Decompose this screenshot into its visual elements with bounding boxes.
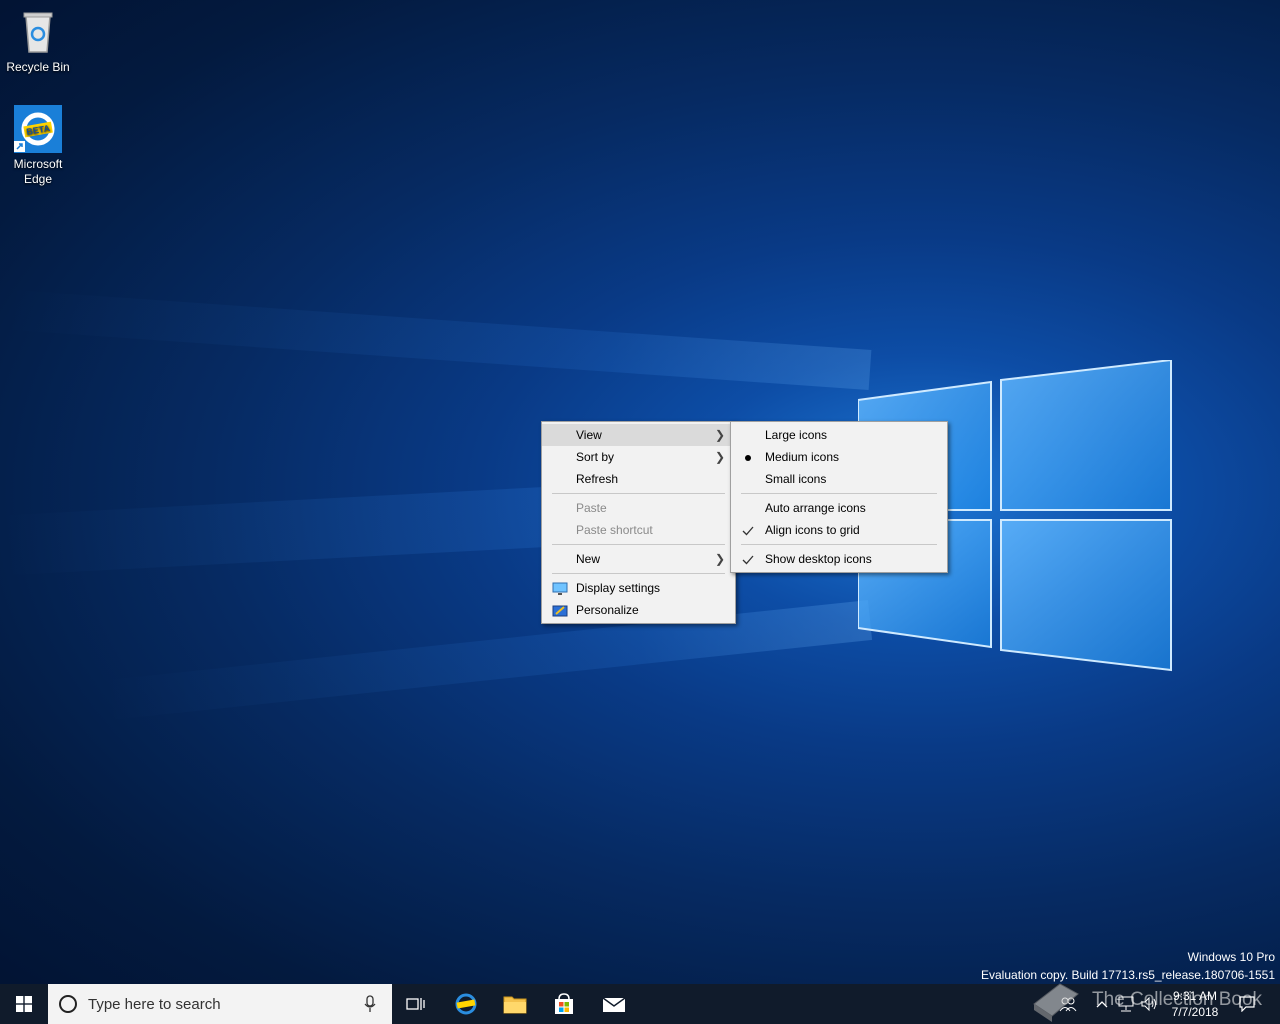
menu-item-paste: Paste <box>542 497 735 519</box>
menu-item-medium-icons[interactable]: Medium icons <box>731 446 947 468</box>
menu-item-new[interactable]: New ❯ <box>542 548 735 570</box>
windows-start-icon <box>16 996 32 1012</box>
menu-item-small-icons[interactable]: Small icons <box>731 468 947 490</box>
collection-book-text: The Collection Book <box>1092 989 1263 1010</box>
desktop-icon-label: Recycle Bin <box>6 60 70 74</box>
personalize-icon <box>552 599 568 621</box>
menu-item-label: New <box>576 552 601 566</box>
menu-item-label: Medium icons <box>765 450 840 464</box>
store-icon <box>555 993 573 1014</box>
file-explorer-icon <box>503 996 527 1014</box>
file-explorer-button[interactable] <box>491 984 539 1024</box>
task-view-icon <box>406 998 425 1010</box>
menu-item-label: Large icons <box>765 428 828 442</box>
edge-beta-icon <box>455 993 477 1015</box>
checkmark-icon <box>741 548 755 570</box>
collection-book-overlay: The Collection Book <box>1030 976 1262 1024</box>
menu-item-label: Paste <box>576 501 607 515</box>
mail-button[interactable] <box>590 984 638 1024</box>
chevron-right-icon: ❯ <box>714 552 725 566</box>
edge-beta-taskbar-button[interactable] <box>442 984 490 1024</box>
menu-separator <box>552 493 725 494</box>
desktop-context-menu: View ❯ Sort by ❯ Refresh Paste Paste sho… <box>541 421 736 624</box>
menu-item-label: Display settings <box>576 581 661 595</box>
menu-item-display-settings[interactable]: Display settings <box>542 577 735 599</box>
menu-item-large-icons[interactable]: Large icons <box>731 424 947 446</box>
store-button[interactable] <box>540 984 588 1024</box>
edge-beta-icon: BETA <box>14 105 62 153</box>
menu-item-label: View <box>576 428 602 442</box>
menu-item-label: Align icons to grid <box>765 523 860 537</box>
start-button[interactable] <box>0 984 48 1024</box>
cortana-circle-icon <box>59 995 77 1013</box>
menu-item-label: Personalize <box>576 603 639 617</box>
watermark-edition: Windows 10 Pro <box>1187 950 1275 964</box>
desktop-icon-label: Microsoft <box>13 157 63 171</box>
desktop-icon-label: Edge <box>23 172 53 186</box>
desktop-icon-microsoft-edge[interactable]: BETA Microsoft Edge <box>0 105 76 187</box>
menu-item-label: Show desktop icons <box>765 552 872 566</box>
view-submenu: Large icons Medium icons Small icons Aut… <box>730 421 948 573</box>
search-placeholder: Type here to search <box>88 996 221 1013</box>
menu-item-paste-shortcut: Paste shortcut <box>542 519 735 541</box>
menu-separator <box>741 493 937 494</box>
mail-icon <box>602 997 626 1012</box>
chevron-right-icon: ❯ <box>714 428 725 442</box>
menu-item-personalize[interactable]: Personalize <box>542 599 735 621</box>
microphone-icon[interactable] <box>364 995 376 1013</box>
chevron-right-icon: ❯ <box>714 450 725 464</box>
menu-item-label: Paste shortcut <box>576 523 653 537</box>
menu-item-auto-arrange-icons[interactable]: Auto arrange icons <box>731 497 947 519</box>
menu-item-sort-by[interactable]: Sort by ❯ <box>542 446 735 468</box>
menu-item-label: Small icons <box>765 472 827 486</box>
bullet-icon <box>741 446 755 468</box>
menu-item-label: Refresh <box>576 472 619 486</box>
menu-item-view[interactable]: View ❯ <box>542 424 735 446</box>
taskbar-search-box[interactable]: Type here to search <box>48 984 392 1024</box>
desktop-icon-recycle-bin[interactable]: Recycle Bin <box>0 8 76 75</box>
menu-separator <box>741 544 937 545</box>
menu-separator <box>552 544 725 545</box>
menu-item-label: Auto arrange icons <box>765 501 866 515</box>
display-settings-icon <box>552 577 568 599</box>
menu-item-align-icons-to-grid[interactable]: Align icons to grid <box>731 519 947 541</box>
menu-separator <box>552 573 725 574</box>
book-logo-icon <box>1033 983 1079 1022</box>
menu-item-show-desktop-icons[interactable]: Show desktop icons <box>731 548 947 570</box>
menu-item-label: Sort by <box>576 450 615 464</box>
task-view-button[interactable] <box>392 984 440 1024</box>
menu-item-refresh[interactable]: Refresh <box>542 468 735 490</box>
checkmark-icon <box>741 519 755 541</box>
recycle-bin-icon <box>14 8 62 56</box>
